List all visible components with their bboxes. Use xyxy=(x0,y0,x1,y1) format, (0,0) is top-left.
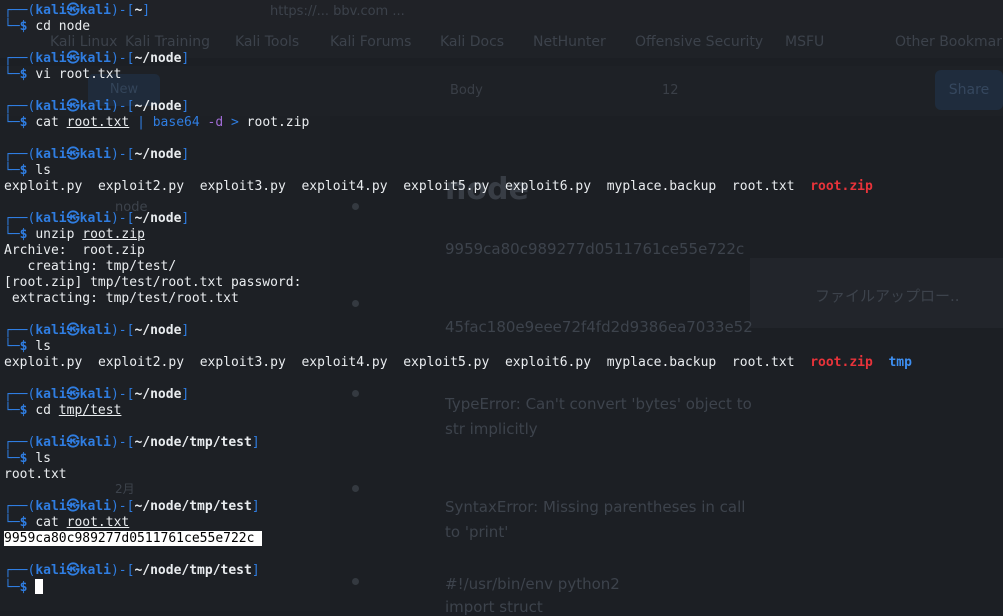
prompt-line: ┌──(kali㉿kali)-[~/node] xyxy=(4,99,190,114)
prompt-line: ┌──(kali㉿kali)-[~/node/tmp/test] xyxy=(4,499,260,514)
command-line: └─$ cd node xyxy=(4,19,91,34)
prompt-line: ┌──(kali㉿kali)-[~] xyxy=(4,3,151,18)
command-line: └─$ ls xyxy=(4,163,51,178)
root-flag-output[interactable]: 9959ca80c989277d0511761ce55e722c xyxy=(4,531,263,547)
command-output: [root.zip] tmp/test/root.txt password: xyxy=(4,275,302,290)
command-line: └─$ cat root.txt xyxy=(4,515,130,530)
command-line: └─$ unzip root.zip xyxy=(4,227,145,242)
prompt-line: ┌──(kali㉿kali)-[~/node/tmp/test] xyxy=(4,435,260,450)
terminal-cursor[interactable] xyxy=(35,579,44,594)
ls-output: exploit.py exploit2.py exploit3.py explo… xyxy=(4,179,873,194)
terminal-window[interactable]: ┌──(kali㉿kali)-[~] └─$ cd node ┌──(kali㉿… xyxy=(0,0,1003,611)
ls-output: exploit.py exploit2.py exploit3.py explo… xyxy=(4,355,912,370)
command-line: └─$ cat root.txt | base64 -d > root.zip xyxy=(4,115,310,130)
command-output: extracting: tmp/test/root.txt xyxy=(4,291,239,306)
command-output: creating: tmp/test/ xyxy=(4,259,177,274)
command-line: └─$ ls xyxy=(4,451,51,466)
prompt-line: ┌──(kali㉿kali)-[~/node] xyxy=(4,323,190,338)
prompt-line: ┌──(kali㉿kali)-[~/node/tmp/test] xyxy=(4,563,260,578)
selected-hash[interactable]: 9959ca80c989277d0511761ce55e722c xyxy=(4,531,255,546)
prompt-line: ┌──(kali㉿kali)-[~/node] xyxy=(4,51,190,66)
command-output: Archive: root.zip xyxy=(4,243,145,258)
prompt-line: ┌──(kali㉿kali)-[~/node] xyxy=(4,387,190,402)
prompt-line: ┌──(kali㉿kali)-[~/node] xyxy=(4,147,190,162)
command-line: └─$ ls xyxy=(4,339,51,354)
command-line: └─$ cd tmp/test xyxy=(4,403,122,418)
command-output: root.txt xyxy=(4,467,67,482)
prompt-line: ┌──(kali㉿kali)-[~/node] xyxy=(4,211,190,226)
command-line: └─$ vi root.txt xyxy=(4,67,122,82)
command-input-line[interactable]: └─$ xyxy=(4,579,44,595)
